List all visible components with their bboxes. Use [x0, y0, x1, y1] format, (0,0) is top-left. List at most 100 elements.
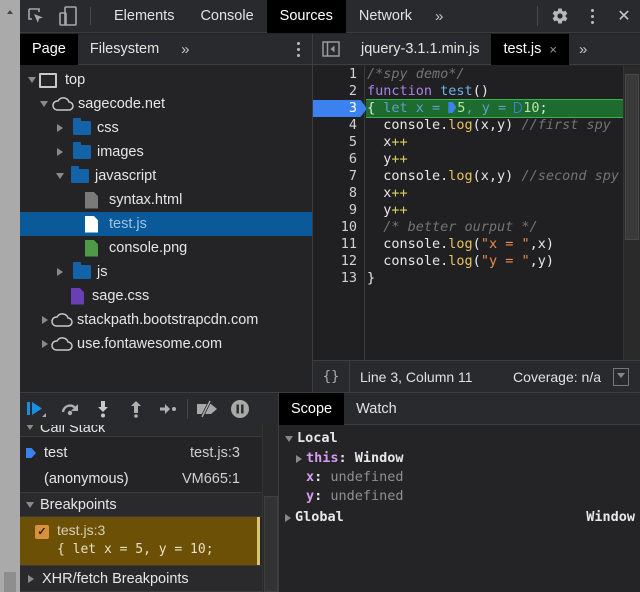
collapse-arrow-icon[interactable] — [296, 454, 302, 463]
scope-local[interactable]: Local — [285, 429, 338, 448]
line-number[interactable]: 12 — [313, 253, 363, 270]
device-toolbar-icon[interactable] — [52, 0, 84, 33]
close-devtools-button[interactable]: ✕ — [608, 0, 640, 33]
inline-breakpoint-marker-icon[interactable] — [448, 102, 457, 113]
tree-item-js[interactable]: js — [20, 260, 312, 284]
pause-on-exceptions-button[interactable] — [223, 393, 256, 425]
more-navigator-tabs-button[interactable]: » — [171, 41, 199, 58]
expand-arrow-icon[interactable] — [285, 435, 293, 442]
collapse-arrow-icon[interactable] — [57, 268, 63, 276]
call-frame-anonymous[interactable]: (anonymous) VM665:1 — [20, 466, 262, 492]
tree-item-syntax-html[interactable]: syntax.html — [20, 188, 312, 212]
inspect-element-icon[interactable] — [20, 0, 52, 33]
expand-arrow-icon[interactable] — [26, 425, 34, 430]
tab-filesystem[interactable]: Filesystem — [78, 34, 171, 65]
tree-item-sage-css[interactable]: sage.css — [20, 284, 312, 308]
tree-item-stackpath[interactable]: stackpath.bootstrapcdn.com — [20, 308, 312, 332]
line-number[interactable]: 8 — [313, 185, 363, 202]
line-number[interactable]: 11 — [313, 236, 363, 253]
more-editor-tabs-button[interactable]: » — [569, 41, 597, 58]
tree-item-console-png[interactable]: console.png — [20, 236, 312, 260]
breakpoint-line-number[interactable]: 3 — [313, 100, 367, 117]
tree-item-top[interactable]: top — [20, 68, 312, 92]
line-number[interactable]: 1 — [313, 66, 363, 83]
collapse-arrow-icon[interactable] — [28, 574, 34, 583]
code-text: } — [367, 270, 376, 286]
tab-network[interactable]: Network — [346, 0, 425, 33]
step-over-icon — [61, 404, 78, 416]
resume-button[interactable] — [20, 393, 53, 425]
tree-item-fontawesome[interactable]: use.fontawesome.com — [20, 332, 312, 356]
code-text: console. — [367, 117, 449, 133]
editor-tab-jquery[interactable]: jquery-3.1.1.min.js — [349, 34, 491, 65]
sidebar-scrollbar-thumb[interactable] — [264, 496, 278, 592]
tree-item-javascript[interactable]: javascript — [20, 164, 312, 188]
breakpoint-item[interactable]: ✓ test.js:3 { let x = 5, y = 10; — [20, 517, 260, 565]
xhr-breakpoints-header[interactable]: XHR/fetch Breakpoints — [20, 565, 262, 592]
tree-item-sagecode[interactable]: sagecode.net — [20, 92, 312, 116]
call-stack-header[interactable]: Call Stack — [20, 425, 262, 437]
collapse-arrow-icon[interactable] — [42, 340, 48, 348]
property-value: undefined — [330, 469, 404, 485]
tab-watch[interactable]: Watch — [344, 393, 409, 425]
scope-label: Local — [297, 430, 338, 446]
step-button[interactable] — [152, 393, 185, 425]
editor-scrollbar-thumb[interactable] — [625, 74, 639, 240]
line-number[interactable]: 6 — [313, 151, 363, 168]
breakpoints-header[interactable]: Breakpoints — [20, 492, 262, 517]
tree-item-test-js[interactable]: test.js — [20, 212, 312, 236]
line-number[interactable]: 13 — [313, 270, 363, 287]
collapse-arrow-icon[interactable] — [285, 513, 291, 522]
window-scrollbar[interactable] — [0, 0, 20, 592]
scope-property-y[interactable]: y: undefined — [306, 487, 404, 506]
line-number[interactable]: 7 — [313, 168, 363, 185]
code-text: ; — [539, 100, 548, 116]
call-frame-test[interactable]: test test.js:3 — [20, 440, 262, 466]
scroll-up-arrow-icon[interactable] — [7, 10, 13, 14]
step-over-button[interactable] — [53, 393, 86, 425]
more-options-kebab-icon[interactable] — [576, 0, 608, 33]
deactivate-breakpoints-button[interactable] — [190, 393, 223, 425]
sidebar-scrollbar[interactable] — [262, 425, 278, 592]
line-number[interactable]: 9 — [313, 202, 363, 219]
close-tab-icon[interactable]: × — [549, 42, 557, 57]
settings-gear-icon[interactable] — [544, 0, 576, 33]
editor-tab-test-js[interactable]: test.js × — [491, 33, 569, 65]
expand-arrow-icon[interactable] — [28, 77, 36, 83]
step-into-button[interactable] — [86, 393, 119, 425]
collapse-arrow-icon[interactable] — [57, 148, 63, 156]
line-number[interactable]: 10 — [313, 219, 363, 236]
more-tabs-button[interactable]: » — [425, 8, 453, 25]
scope-property-x[interactable]: x: undefined — [306, 468, 404, 487]
code-editor[interactable]: 1 2 3 4 5 6 7 8 9 10 11 12 13 /*spy demo*/ function … — [313, 66, 640, 360]
expand-arrow-icon[interactable] — [26, 501, 34, 508]
toggle-navigator-icon[interactable] — [313, 33, 349, 66]
step-out-button[interactable] — [119, 393, 152, 425]
toggle-debugger-icon[interactable] — [613, 367, 629, 386]
collapse-arrow-icon[interactable] — [57, 124, 63, 132]
tab-scope[interactable]: Scope — [279, 392, 345, 425]
frame-location: test.js:3 — [190, 445, 240, 461]
expand-arrow-icon[interactable] — [40, 101, 48, 107]
tab-page[interactable]: Page — [20, 33, 78, 65]
tree-item-label: console.png — [109, 240, 188, 256]
expand-arrow-icon[interactable] — [56, 173, 64, 179]
scope-global[interactable]: Global Window — [285, 508, 635, 527]
breakpoint-checkbox[interactable]: ✓ — [35, 525, 49, 539]
scrollbar-thumb[interactable] — [4, 572, 16, 592]
tab-console[interactable]: Console — [187, 0, 266, 33]
tab-elements[interactable]: Elements — [101, 0, 187, 33]
line-number[interactable]: 4 — [313, 117, 363, 134]
tab-sources[interactable]: Sources — [266, 0, 346, 33]
collapse-arrow-icon[interactable] — [42, 316, 48, 324]
line-number[interactable]: 2 — [313, 83, 363, 100]
section-title: Breakpoints — [40, 496, 117, 513]
tree-item-css[interactable]: css — [20, 116, 312, 140]
inline-breakpoint-marker-icon[interactable] — [514, 102, 523, 113]
scope-property-this[interactable]: this: Window — [296, 449, 404, 468]
property-separator: : — [338, 450, 355, 466]
line-number[interactable]: 5 — [313, 134, 363, 151]
pretty-print-button[interactable]: {} — [313, 369, 349, 385]
tree-item-images[interactable]: images — [20, 140, 312, 164]
navigator-menu-kebab-icon[interactable] — [296, 41, 300, 57]
